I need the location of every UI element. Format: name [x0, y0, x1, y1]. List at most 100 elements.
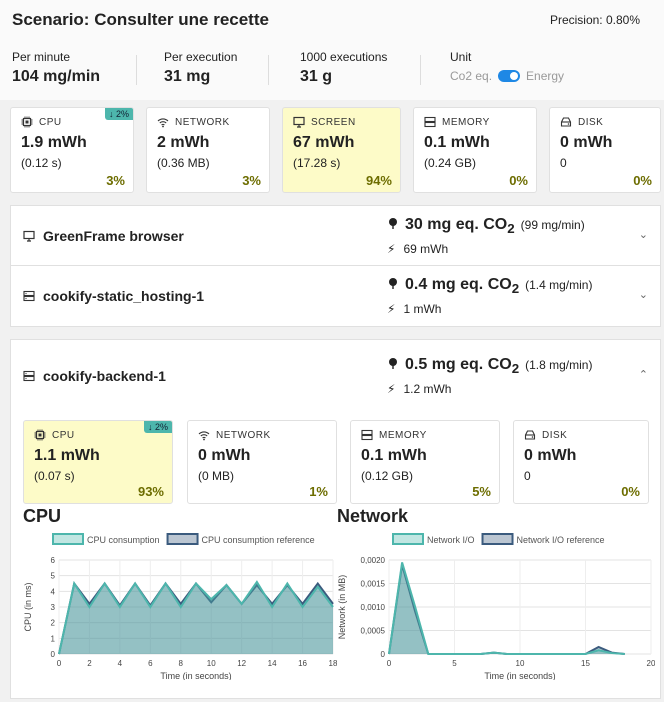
divider	[136, 55, 137, 85]
card-label: CPU	[52, 429, 75, 441]
y-tick-label: 3	[51, 603, 56, 612]
card-screen[interactable]: SCREEN 67 mWh (17.28 s) 94%	[282, 107, 401, 193]
stat-label: Per minute	[12, 50, 71, 64]
x-tick-label: 12	[237, 659, 246, 668]
y-tick-label: 0	[381, 650, 386, 659]
container-row-greenframe[interactable]: GreenFrame browser 30 mg eq. CO2 (99 mg/…	[11, 206, 660, 266]
stat-unit: Unit	[450, 50, 471, 64]
card-percent: 94%	[365, 173, 392, 188]
x-tick-label: 0	[387, 659, 392, 668]
backend-card-disk[interactable]: DISK 0 mWh 0 0%	[513, 420, 649, 504]
card-label: NETWORK	[216, 429, 271, 441]
legend-swatch	[166, 533, 199, 545]
backend-card-cpu[interactable]: ↓ 2% CPU 1.1 mWh (0.07 s) 93%	[23, 420, 173, 504]
co2-rate: (99 mg/min)	[520, 218, 585, 232]
x-tick-label: 10	[516, 659, 525, 668]
card-sub: (17.28 s)	[293, 156, 341, 170]
summary-header: Scenario: Consulter une recette Precisio…	[0, 0, 664, 100]
chevron-up-icon[interactable]: ⌃	[639, 368, 648, 381]
energy-value: 1 mWh	[403, 302, 442, 316]
x-tick-label: 8	[179, 659, 184, 668]
card-label: DISK	[542, 429, 568, 441]
energy-value: 1.2 mWh	[403, 382, 452, 396]
chevron-down-icon[interactable]: ⌄	[639, 288, 648, 301]
co2-icon	[389, 218, 397, 229]
card-percent: 0%	[509, 173, 528, 188]
container-co2: 30 mg eq. CO2 (99 mg/min)	[387, 216, 585, 236]
card-sub: (0.36 MB)	[157, 156, 210, 170]
trend-badge: ↓ 2%	[104, 108, 133, 120]
x-tick-label: 20	[647, 659, 655, 668]
unit-switch[interactable]	[498, 70, 521, 82]
container-energy: ⚡︎ 1 mWh	[387, 302, 441, 316]
card-network[interactable]: NETWORK 2 mWh (0.36 MB) 3%	[146, 107, 270, 193]
y-tick-label: 0,0020	[361, 556, 386, 565]
card-disk[interactable]: DISK 0 mWh 0 0%	[549, 107, 661, 193]
stat-label: Unit	[450, 50, 472, 64]
container-row-static[interactable]: cookify-static_hosting-1 0.4 mg eq. CO2 …	[11, 266, 660, 326]
card-sub: (0.07 s)	[34, 469, 75, 483]
y-tick-label: 1	[51, 634, 56, 643]
legend-label: Network I/O	[427, 535, 475, 545]
card-sub: (0.12 s)	[21, 156, 62, 170]
chevron-down-icon[interactable]: ⌄	[639, 228, 648, 241]
card-label: SCREEN	[311, 116, 356, 128]
unit-toggle: Co2 eq. Energy	[450, 69, 564, 83]
y-axis-label: CPU (in ms)	[23, 582, 33, 631]
co2-icon	[389, 278, 397, 289]
y-tick-label: 5	[51, 572, 56, 581]
card-sub: (0.12 GB)	[361, 469, 414, 483]
backend-card-network[interactable]: NETWORK 0 mWh (0 MB) 1%	[187, 420, 337, 504]
container-co2: 0.5 mg eq. CO2 (1.8 mg/min)	[387, 356, 592, 376]
card-label: NETWORK	[175, 116, 230, 128]
card-sub: 0	[524, 469, 531, 483]
cpu-icon	[34, 429, 46, 441]
card-percent: 0%	[621, 484, 640, 499]
energy-value: 69 mWh	[403, 242, 449, 256]
container-name: GreenFrame browser	[43, 228, 184, 244]
co2-rate: (1.4 mg/min)	[525, 278, 593, 292]
cpu-chart: CPU consumption CPU consumption reference…	[23, 533, 337, 680]
legend-swatch	[481, 533, 514, 545]
series-line	[388, 562, 625, 655]
memory-icon	[424, 116, 436, 128]
stat-value: 31 g	[300, 68, 333, 85]
card-memory[interactable]: MEMORY 0.1 mWh (0.24 GB) 0%	[413, 107, 537, 193]
card-sub: 0	[560, 156, 567, 170]
container-name: cookify-static_hosting-1	[43, 288, 205, 304]
card-value: 2 mWh	[157, 134, 210, 151]
card-cpu[interactable]: ↓ 2% CPU 1.9 mWh (0.12 s) 3%	[10, 107, 134, 193]
x-tick-label: 10	[207, 659, 216, 668]
card-percent: 3%	[106, 173, 125, 188]
legend-label: Network I/O reference	[517, 535, 605, 545]
container-row-backend[interactable]: cookify-backend-1 0.5 mg eq. CO2 (1.8 mg…	[11, 340, 660, 400]
card-sub: (0 MB)	[198, 469, 234, 483]
unit-co2-label: Co2 eq.	[450, 69, 493, 83]
backend-card-memory[interactable]: MEMORY 0.1 mWh (0.12 GB) 5%	[350, 420, 500, 504]
card-percent: 0%	[633, 173, 652, 188]
x-tick-label: 15	[581, 659, 590, 668]
card-percent: 5%	[472, 484, 491, 499]
y-tick-label: 0,0005	[361, 627, 386, 636]
bolt-icon: ⚡︎	[387, 302, 396, 316]
co2-value: 0.4 mg eq. CO	[405, 276, 512, 293]
card-label: DISK	[578, 116, 604, 128]
card-percent: 3%	[242, 173, 261, 188]
legend-label: CPU consumption reference	[202, 535, 315, 545]
stat-label: Per execution	[164, 50, 238, 64]
y-tick-label: 0	[51, 650, 56, 659]
monitor-icon	[293, 116, 305, 128]
server-icon	[23, 370, 35, 382]
cpu-icon	[21, 116, 33, 128]
precision-label: Precision: 0.80%	[549, 13, 640, 27]
page-title: Scenario: Consulter une recette	[12, 10, 269, 29]
stat-value: 31 mg	[164, 68, 211, 85]
card-value: 67 mWh	[293, 134, 355, 151]
y-tick-label: 0,0010	[361, 603, 386, 612]
co2-subscript: 2	[507, 221, 515, 237]
card-label: MEMORY	[442, 116, 490, 128]
bolt-icon: ⚡︎	[387, 242, 396, 256]
x-tick-label: 16	[298, 659, 307, 668]
container-name-wrap: cookify-backend-1	[23, 368, 166, 384]
card-percent: 1%	[309, 484, 328, 499]
